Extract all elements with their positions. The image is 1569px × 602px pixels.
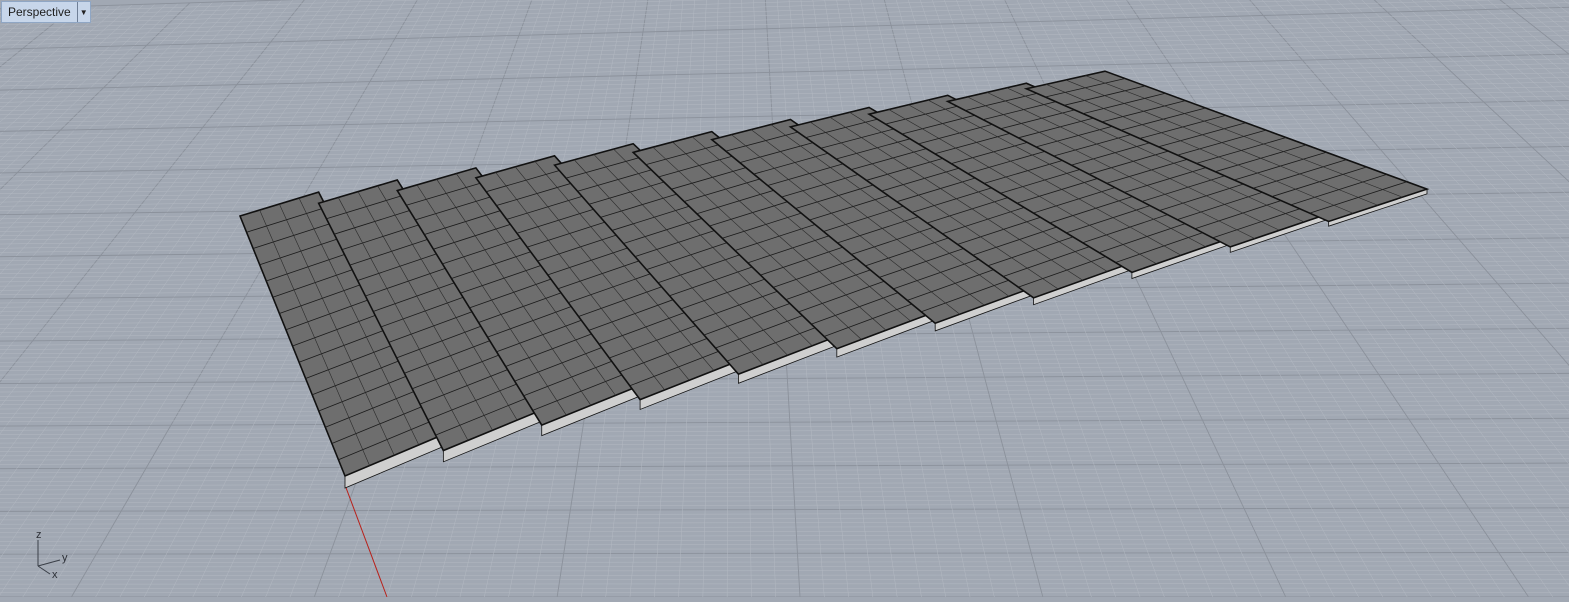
y-axis-icon (38, 560, 60, 566)
grid-line (1247, 0, 1569, 597)
viewport-menu-button[interactable]: ▼ (77, 2, 90, 22)
grid-line (0, 4, 155, 597)
grid-line (0, 410, 1569, 425)
grid-line (0, 515, 1569, 521)
grid-line (0, 51, 1569, 94)
grid-line (0, 65, 1569, 107)
grid-line (0, 6, 98, 597)
grid-line (0, 588, 1569, 589)
grid-line (0, 420, 1569, 434)
grid-line (0, 0, 1569, 35)
grid-line (0, 2, 213, 597)
grid-line (0, 565, 1569, 568)
x-axis-icon (38, 566, 50, 574)
grid-line (0, 7, 52, 597)
axis-widget: z y x (30, 528, 80, 580)
grid-line (0, 465, 1569, 475)
grid-line (0, 579, 1569, 580)
grid-line (1121, 0, 1553, 597)
grid-line (1109, 0, 1528, 597)
grid-line (0, 10, 1569, 56)
grid-line (0, 552, 1569, 556)
grid-line (0, 8, 29, 597)
grid-line (0, 406, 1569, 421)
chevron-down-icon: ▼ (80, 8, 88, 17)
grid-line (0, 529, 1569, 534)
grid-line (0, 7, 63, 597)
grid-line (0, 583, 1569, 584)
grid-line (0, 415, 1569, 429)
grid-line (0, 6, 86, 597)
grid-line (0, 461, 1569, 472)
grid-line (0, 538, 1569, 543)
grid-line (0, 15, 1569, 61)
grid-line (1305, 0, 1569, 597)
grid-line (0, 542, 1569, 546)
grid-line (0, 19, 1569, 64)
grid-line (0, 470, 1569, 480)
grid-line (0, 570, 1569, 572)
viewport-title[interactable]: Perspective (2, 2, 77, 22)
grid-line (0, 0, 1569, 23)
grid-line (0, 561, 1569, 564)
x-axis-label: x (52, 569, 58, 580)
grid-line (0, 379, 1569, 396)
grid-line (0, 574, 1569, 576)
grid-line (0, 5, 109, 597)
viewport-title-tab[interactable]: Perspective ▼ (1, 1, 91, 23)
grid-line (0, 5, 132, 597)
grid-line (0, 374, 1569, 392)
grid-line (0, 28, 1569, 73)
grid-line (0, 524, 1569, 530)
grid-line (0, 511, 1569, 518)
grid-line (0, 474, 1569, 484)
grid-line (0, 8, 40, 598)
grid-line (0, 533, 1569, 538)
stepped-panel-model[interactable] (240, 71, 1427, 488)
grid-line (0, 370, 1569, 388)
grid-line (0, 0, 1569, 10)
grid-line (0, 479, 1569, 488)
grid-line (0, 424, 1569, 438)
grid-line (0, 520, 1569, 526)
viewport-scene[interactable] (0, 0, 1569, 597)
perspective-viewport[interactable] (0, 0, 1569, 597)
z-axis-label: z (36, 529, 42, 541)
grid-line (0, 6, 1569, 52)
y-axis-label: y (62, 552, 68, 564)
grid-line (0, 365, 1569, 383)
